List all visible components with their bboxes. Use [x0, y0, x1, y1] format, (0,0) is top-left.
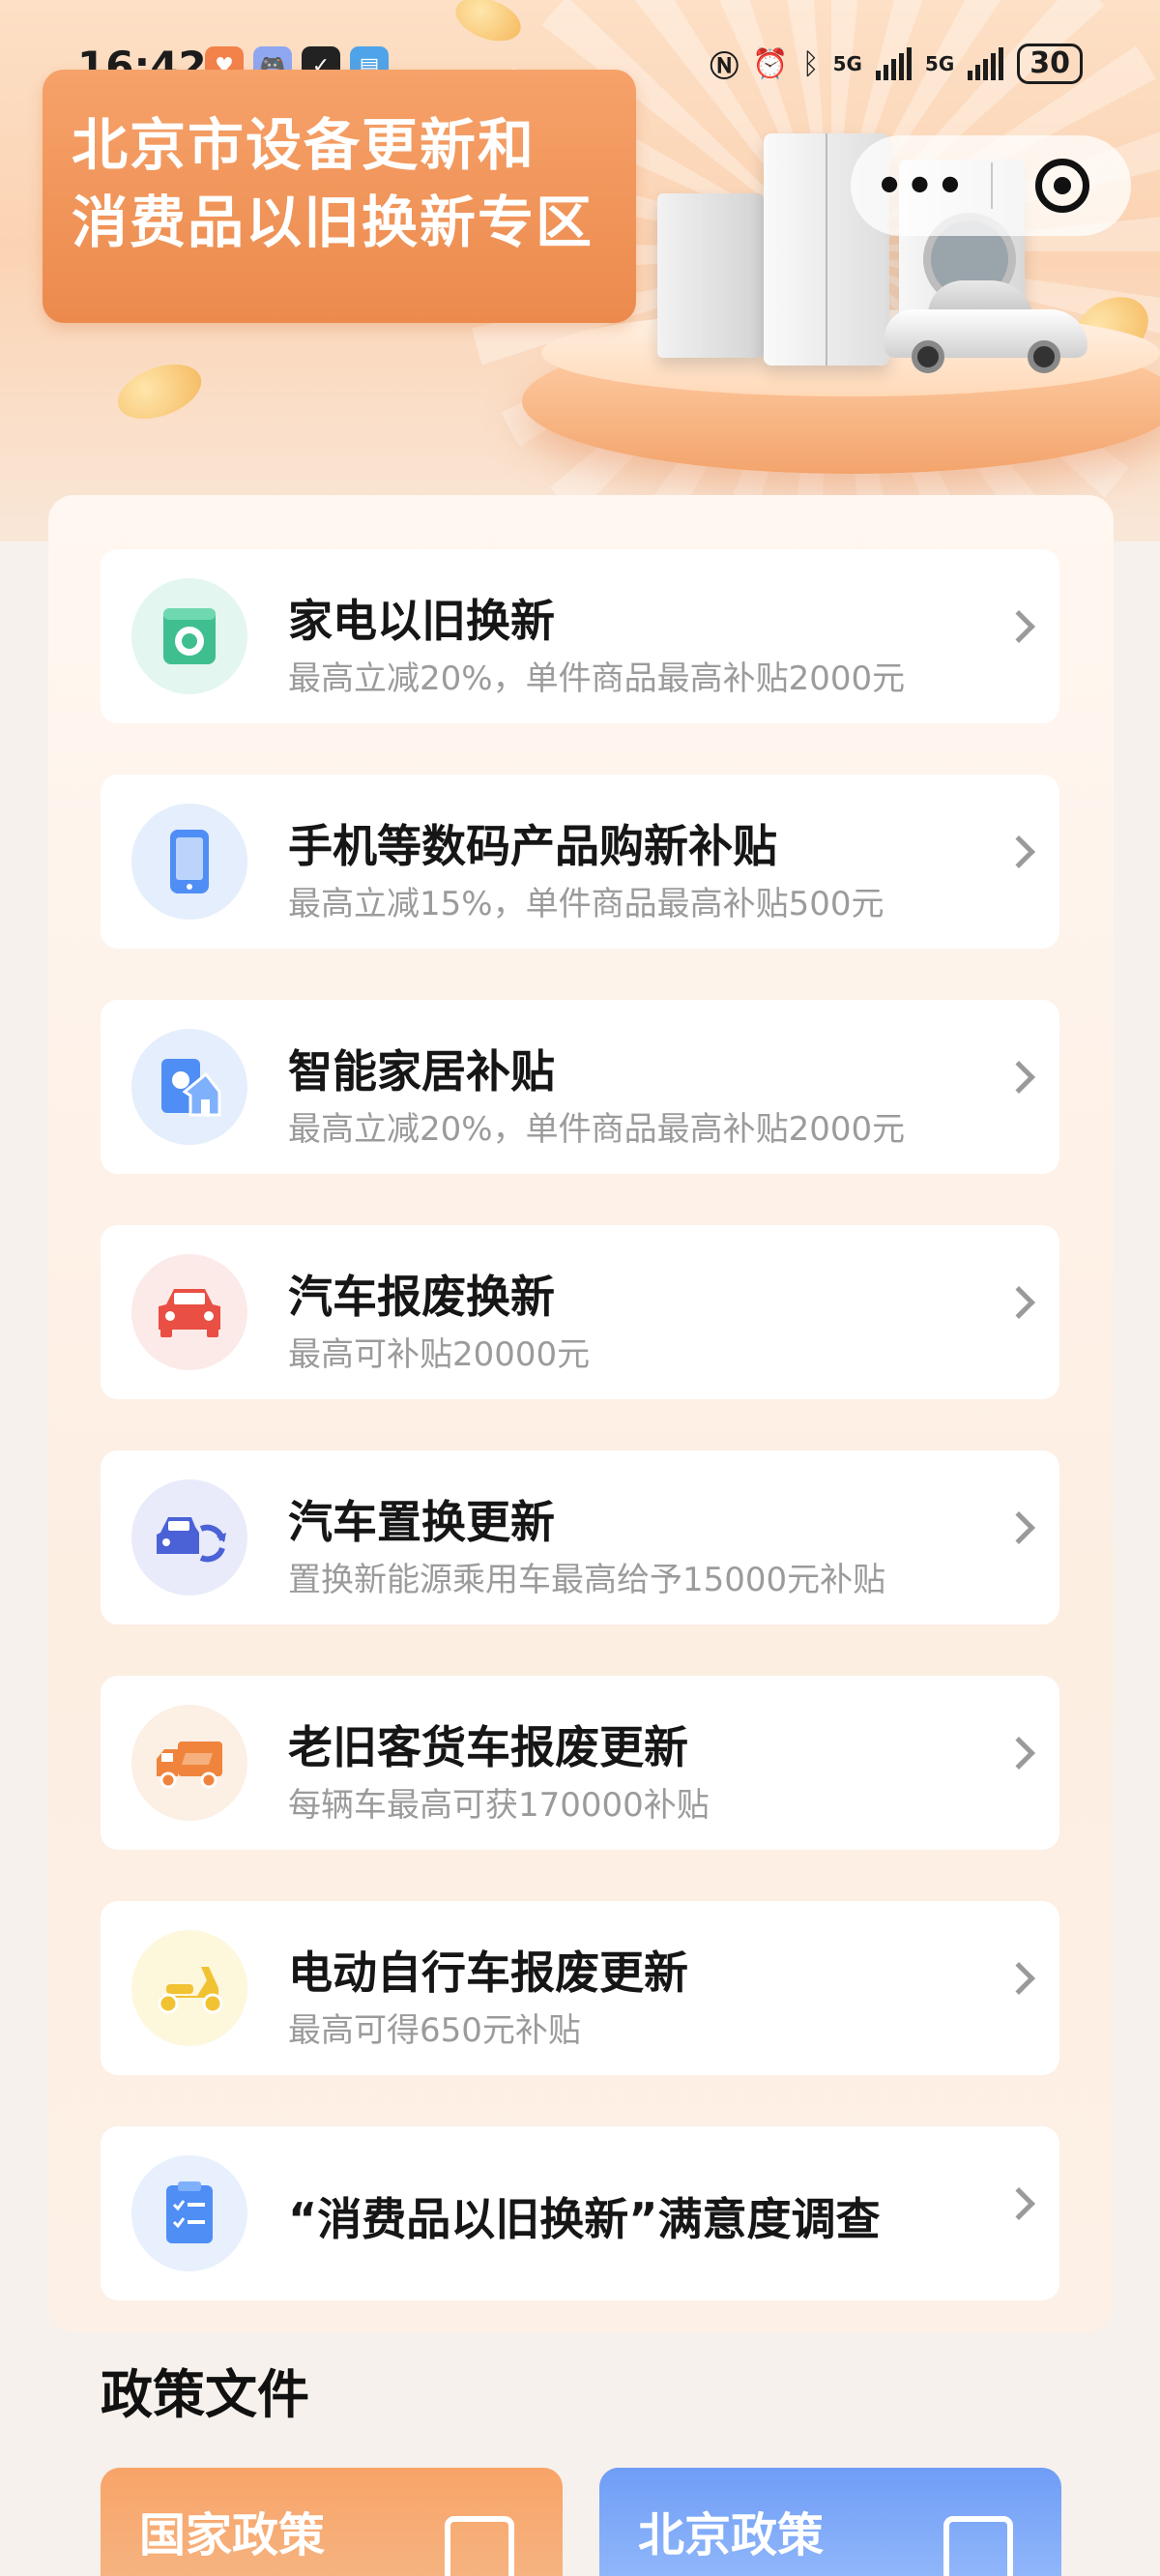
close-icon	[1034, 159, 1089, 213]
page-title: 北京市设备更新和 消费品以旧换新专区	[43, 70, 636, 323]
more-button[interactable]: •••	[851, 160, 991, 212]
item-title: 智能家居补贴	[288, 1045, 555, 1098]
chevron-right-icon	[1002, 2187, 1035, 2220]
item-subtitle: 置换新能源乘用车最高给予15000元补贴	[288, 1561, 886, 1599]
chevron-right-icon	[1002, 610, 1035, 643]
item-title: 汽车报废换新	[288, 1271, 555, 1323]
car-icon	[131, 1254, 247, 1370]
item-title: 电动自行车报废更新	[288, 1947, 688, 1999]
alarm-icon: ⏰	[752, 46, 789, 81]
battery-indicator: 30	[1017, 44, 1083, 84]
status-right: Ⓝ ⏰ ᛒ 5G 5G 30	[710, 43, 1083, 85]
list-item-appliance[interactable]: 家电以旧换新 最高立减20%，单件商品最高补贴2000元	[101, 549, 1059, 723]
truck-icon	[131, 1705, 247, 1821]
phone-icon	[131, 804, 247, 920]
list-item-digital[interactable]: 手机等数码产品购新补贴 最高立减15%，单件商品最高补贴500元	[101, 775, 1059, 949]
chevron-right-icon	[1002, 1962, 1035, 1995]
item-subtitle: 最高立减15%，单件商品最高补贴500元	[288, 885, 884, 923]
chevron-right-icon	[1002, 1511, 1035, 1544]
survey-icon	[131, 2155, 247, 2271]
chevron-right-icon	[1002, 1737, 1035, 1770]
title-line-2: 消费品以旧换新专区	[72, 190, 594, 255]
network-label-1: 5G	[832, 52, 862, 75]
scooter-icon	[131, 1930, 247, 2046]
item-subtitle: 最高可补贴20000元	[288, 1335, 591, 1374]
national-policy-card[interactable]: 国家政策	[101, 2468, 563, 2576]
bluetooth-icon: ᛒ	[801, 46, 820, 81]
dishwasher-image	[657, 193, 764, 358]
policy-section-title: 政策文件	[101, 2364, 309, 2425]
item-title: 家电以旧换新	[288, 595, 555, 647]
item-subtitle: 最高可得650元补贴	[288, 2011, 581, 2050]
list-item-survey[interactable]: “消费品以旧换新”满意度调查	[101, 2126, 1059, 2300]
list-item-smart-home[interactable]: 智能家居补贴 最高立减20%，单件商品最高补贴2000元	[101, 1000, 1059, 1174]
car-swap-icon	[131, 1479, 247, 1595]
chevron-right-icon	[1002, 835, 1035, 868]
item-title: 汽车置换更新	[288, 1496, 555, 1548]
item-subtitle: 每辆车最高可获170000补贴	[288, 1786, 710, 1825]
document-star-icon	[445, 2516, 514, 2576]
washing-machine-icon	[131, 578, 247, 694]
nfc-icon: Ⓝ	[710, 50, 740, 84]
item-title: 手机等数码产品购新补贴	[288, 820, 777, 872]
chevron-right-icon	[1002, 1061, 1035, 1094]
network-label-2: 5G	[924, 52, 955, 75]
list-item-truck-scrap[interactable]: 老旧客货车报废更新 每辆车最高可获170000补贴	[101, 1676, 1059, 1850]
close-button[interactable]	[993, 159, 1131, 213]
document-icon	[943, 2516, 1013, 2576]
list-item-ebike-scrap[interactable]: 电动自行车报废更新 最高可得650元补贴	[101, 1901, 1059, 2075]
miniapp-capsule: •••	[851, 135, 1131, 236]
beijing-policy-card[interactable]: 北京政策	[599, 2468, 1061, 2576]
item-subtitle: 最高立减20%，单件商品最高补贴2000元	[288, 1110, 906, 1149]
title-line-1: 北京市设备更新和	[72, 112, 536, 178]
list-item-car-swap[interactable]: 汽车置换更新 置换新能源乘用车最高给予15000元补贴	[101, 1450, 1059, 1625]
signal-icon	[968, 47, 1004, 80]
list-item-car-scrap[interactable]: 汽车报废换新 最高可补贴20000元	[101, 1225, 1059, 1399]
national-policy-label: 国家政策	[139, 2508, 326, 2562]
chevron-right-icon	[1002, 1286, 1035, 1319]
coin-decoration	[110, 354, 209, 429]
item-subtitle: 最高立减20%，单件商品最高补贴2000元	[288, 659, 906, 698]
beijing-policy-label: 北京政策	[638, 2508, 825, 2562]
smart-home-icon	[131, 1029, 247, 1145]
item-title: 老旧客货车报废更新	[288, 1721, 688, 1773]
car-image	[884, 280, 1088, 373]
item-title: “消费品以旧换新”满意度调查	[288, 2193, 881, 2245]
signal-icon	[875, 47, 912, 80]
